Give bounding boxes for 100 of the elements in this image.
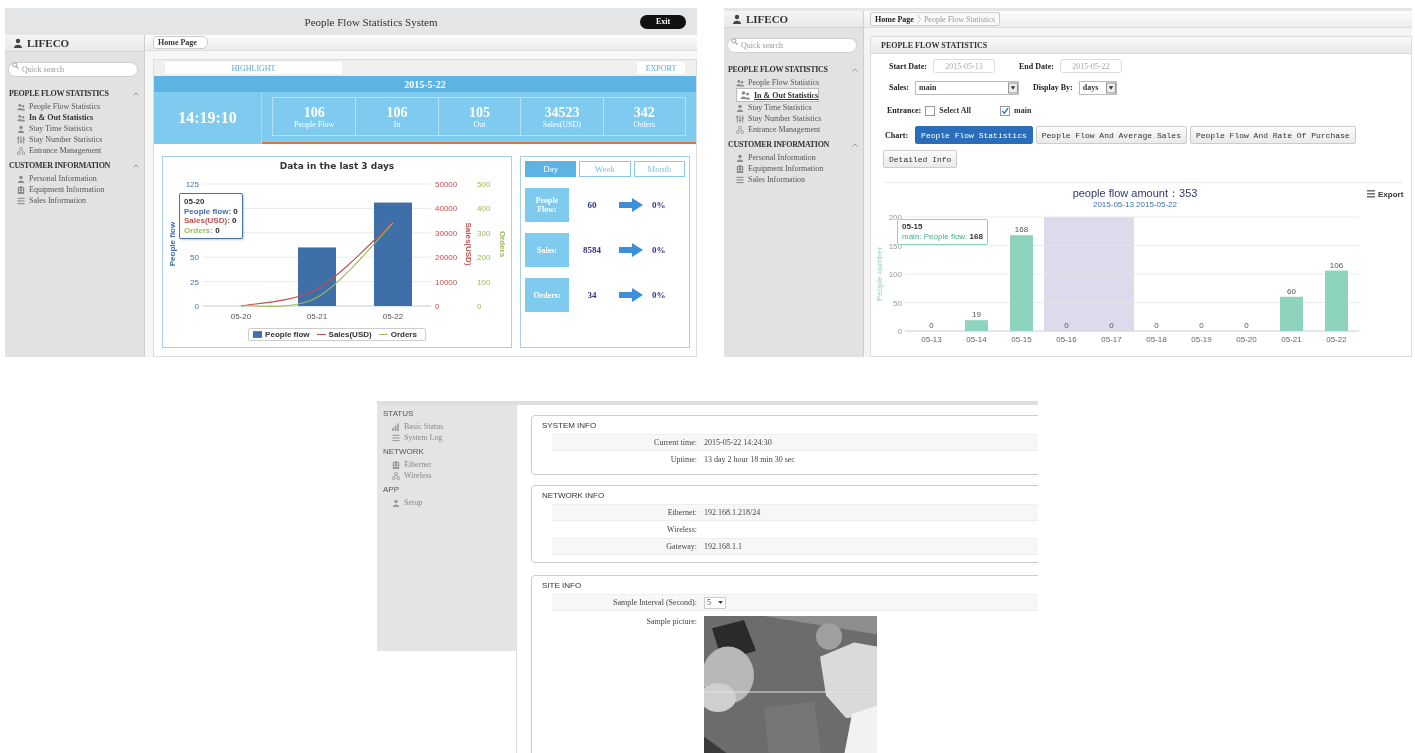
stat-change: 0% [652, 245, 666, 255]
section-heading: APP [383, 485, 399, 494]
sliders-icon [736, 114, 744, 123]
person-icon [732, 14, 742, 24]
date-field[interactable]: 2015-05-13 [933, 59, 995, 73]
nav-item[interactable]: People Flow Statistics [17, 101, 101, 112]
axis-tick-label: 20000 [435, 253, 458, 263]
list-icon [736, 175, 744, 184]
axis-tick-label: 300 [477, 228, 491, 238]
nav-item[interactable]: In & Out Statistics [736, 88, 820, 102]
field-label: Ethernet: [666, 508, 697, 517]
axis-title: People flow [168, 221, 177, 267]
clock-time: 14:19:10 [178, 109, 237, 127]
section-heading: PEOPLE FLOW STATISTICS [9, 89, 109, 98]
building-icon [17, 185, 25, 194]
metric-value: 105 [469, 104, 490, 120]
tooltip-line: main: People flow: 168 [902, 232, 983, 242]
person-icon [392, 498, 400, 507]
field-label: Sample Interval (Second): [612, 598, 697, 607]
people-icon [17, 113, 25, 122]
axis-tick-label: 0 [435, 302, 440, 311]
nav-item[interactable]: In & Out Statistics [17, 112, 94, 123]
field-label: Display By: [1033, 83, 1073, 92]
export-icon[interactable] [1367, 190, 1375, 198]
section-heading: PEOPLE FLOW STATISTICS [728, 65, 828, 74]
breadcrumb-link[interactable]: Home Page [875, 14, 914, 24]
detail-button[interactable]: Detailed Info [883, 150, 958, 168]
interval-select[interactable]: 5 [704, 596, 726, 609]
building-icon [736, 164, 744, 173]
data-label: 0 [1244, 321, 1249, 330]
metric-label: Out [473, 119, 486, 129]
checkbox[interactable] [1000, 105, 1010, 116]
data-label: 168 [1014, 225, 1029, 235]
axis-tick-label: 0 [477, 302, 482, 311]
tooltip-line: People flow: 0 [184, 206, 238, 216]
app-title: People Flow Statistics System [304, 15, 438, 28]
nav-item[interactable]: Personal Information [736, 152, 816, 163]
section-heading: CUSTOMER INFORMATION [728, 140, 830, 149]
sales-select[interactable]: main [915, 80, 1019, 95]
chevron-up-icon[interactable] [852, 67, 858, 72]
people-icon [740, 89, 750, 101]
date-field[interactable]: 2015-05-22 [1059, 59, 1122, 73]
nav-item[interactable]: Entrance Management [17, 145, 102, 156]
chevron-up-icon[interactable] [852, 142, 858, 147]
axis-tick-label: 05-22 [1326, 335, 1347, 344]
axis-tick-label: 05-20 [1236, 335, 1257, 344]
search-field[interactable]: Quick search [727, 38, 857, 53]
chevron-up-icon[interactable] [133, 91, 139, 96]
checkbox[interactable] [925, 105, 936, 116]
axis-tick-label: 05-19 [1191, 335, 1212, 344]
stat-label: People Flow: [525, 188, 569, 222]
legend-swatch-icon [253, 331, 263, 338]
nav-item[interactable]: Stay Time Statistics [17, 123, 93, 134]
tooltip-title: 05-20 [184, 197, 206, 207]
metric-value: 34523 [544, 104, 580, 120]
chart-subtitle: 2015-05-13 2015-05-22 [1092, 200, 1178, 209]
breadcrumb-link[interactable]: Home Page [153, 36, 208, 49]
nav-item[interactable]: Personal Information [17, 173, 97, 184]
nav-item[interactable]: Stay Number Statistics [736, 113, 822, 124]
panel-title: PEOPLE FLOW STATISTICS [881, 40, 988, 50]
nav-item[interactable]: Sales Information [17, 195, 87, 206]
display-select[interactable]: days [1078, 80, 1117, 95]
metric-label: Sales(USD) [542, 119, 581, 129]
chart-type-button[interactable]: People Flow And Average Sales [1035, 126, 1187, 144]
axis-tick-label: 05-13 [921, 335, 942, 344]
nav-item[interactable]: Sales Information [736, 174, 806, 185]
axis-tick-label: 50000 [435, 180, 458, 189]
chart-type-button[interactable]: People Flow Statistics [915, 126, 1033, 144]
person-icon [17, 174, 25, 183]
search-field[interactable]: Quick search [8, 62, 138, 77]
brand-name: LIFECO [746, 13, 789, 25]
chart-type-button[interactable]: People Flow And Rate Of Purchase [1189, 126, 1356, 144]
nodes-icon [392, 471, 400, 480]
field-label: Sample picture: [645, 616, 697, 628]
field-value: 13 day 2 hour 18 min 30 sec [704, 455, 795, 464]
nav-item[interactable]: Stay Number Statistics [17, 134, 103, 145]
axis-tick-label: 05-17 [1101, 335, 1122, 344]
bar [965, 320, 988, 331]
legend-label: Orders [390, 330, 417, 339]
export-link[interactable]: Export [1378, 190, 1404, 199]
nav-item[interactable]: Stay Time Statistics [736, 102, 812, 113]
axis-title: Sales(USD) [464, 222, 473, 266]
nav-item[interactable]: Equipment Information [736, 163, 824, 174]
exit-button[interactable]: Exit [640, 14, 686, 29]
axis-tick-label: 05-20 [230, 312, 252, 321]
nav-item[interactable]: Equipment Information [17, 184, 105, 195]
chevron-up-icon[interactable] [133, 163, 139, 168]
data-label: 0 [1064, 321, 1069, 330]
stat-label: Sales: [525, 233, 569, 267]
field-label: Entrance: [887, 106, 922, 115]
field-label: Start Date: [889, 61, 927, 71]
nav-item[interactable]: Entrance Management [736, 124, 821, 135]
nav-item[interactable]: People Flow Statistics [736, 77, 820, 88]
search-icon [731, 38, 738, 45]
tooltip-line: Sales(USD): 0 [184, 216, 238, 226]
field-value: 192.168.1.218/24 [704, 508, 761, 517]
axis-tick-label: 125 [185, 180, 199, 189]
axis-tick-label: 10000 [435, 277, 458, 287]
axis-tick-label: 40000 [435, 204, 458, 214]
data-label: 106 [1329, 260, 1344, 270]
